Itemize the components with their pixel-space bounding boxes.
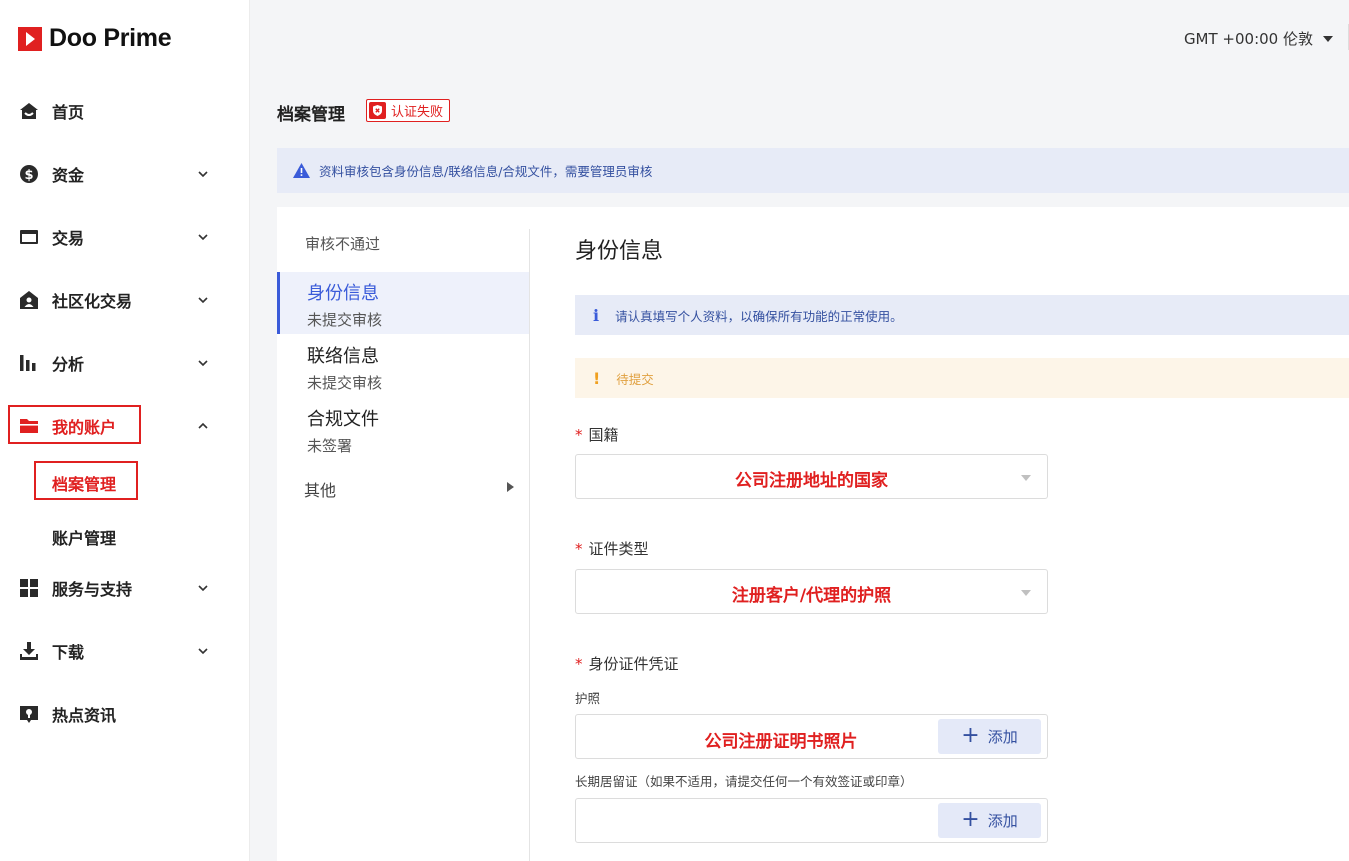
sidebar-item-social-trading[interactable]: 社区化交易	[0, 280, 250, 320]
plus-icon: +	[961, 722, 980, 748]
community-icon	[20, 291, 38, 309]
subnav-item-title: 身份信息	[307, 283, 379, 304]
sidebar-item-my-account[interactable]: 我的账户	[0, 406, 250, 446]
profile-card: 审核不通过 身份信息 未提交审核 联络信息 未提交审核 合规文件 未签署 其他 …	[277, 207, 1349, 861]
nationality-select[interactable]: 公司注册地址的国家	[575, 454, 1048, 499]
chevron-down-icon	[198, 297, 208, 304]
sidebar-item-label: 下载	[52, 643, 85, 662]
dollar-icon: $	[20, 165, 38, 183]
nationality-label: * 国籍	[575, 424, 619, 445]
sidebar-item-label: 社区化交易	[52, 292, 133, 311]
subnav-item-other[interactable]: 其他	[304, 477, 514, 501]
sidebar-item-label: 交易	[52, 229, 85, 248]
subnav-item-status: 未提交审核	[307, 374, 383, 392]
add-residence-permit-button[interactable]: + 添加	[938, 803, 1041, 838]
sidebar-item-home[interactable]: 首页	[0, 91, 250, 131]
sidebar-item-download[interactable]: 下载	[0, 631, 250, 671]
info-alert: i 请认真填写个人资料，以确保所有功能的正常使用。	[575, 295, 1349, 335]
chevron-up-icon	[198, 422, 208, 429]
subnav-item-status: 未签署	[307, 437, 353, 455]
subnav-item-title: 联络信息	[307, 346, 379, 367]
sidebar-item-funds[interactable]: $ 资金	[0, 154, 250, 194]
timezone-selector[interactable]: GMT +00:00 伦敦	[1184, 28, 1333, 49]
info-icon: i	[593, 305, 600, 325]
download-icon	[20, 642, 38, 660]
sidebar-item-label: 我的账户	[52, 418, 117, 437]
review-notice-text: 资料审核包含身份信息/联络信息/合规文件，需要管理员审核	[319, 164, 653, 179]
folder-icon	[20, 419, 38, 433]
card-icon	[20, 230, 38, 244]
id-type-select[interactable]: 注册客户/代理的护照	[575, 569, 1048, 614]
grid-icon	[20, 579, 38, 597]
required-marker: *	[575, 426, 583, 444]
chevron-down-icon	[198, 234, 208, 241]
section-title: 身份信息	[575, 239, 664, 264]
sidebar-item-label: 分析	[52, 355, 85, 374]
caret-right-icon	[507, 482, 514, 492]
info-alert-text: 请认真填写个人资料，以确保所有功能的正常使用。	[615, 308, 903, 324]
passport-label: 护照	[575, 691, 601, 706]
brand-logo[interactable]: Doo Prime	[18, 24, 172, 53]
add-button-label: 添加	[987, 728, 1018, 746]
sidebar-item-service-support[interactable]: 服务与支持	[0, 568, 250, 608]
page-title: 档案管理	[277, 105, 345, 125]
id-type-value: 注册客户/代理的护照	[731, 586, 892, 606]
subnav-item-status: 未提交审核	[307, 311, 383, 329]
home-icon	[20, 103, 38, 119]
id-proof-label: * 身份证件凭证	[575, 653, 679, 674]
doo-prime-logo-icon	[18, 26, 42, 51]
warning-alert-text: 待提交	[616, 371, 654, 387]
subnav-item-title: 合规文件	[307, 409, 379, 430]
sidebar: Doo Prime 首页 $ 资金 交易 社区化交易 分析 我的账户 档案管理 …	[0, 0, 250, 861]
plus-icon: +	[961, 806, 980, 832]
sidebar-item-hot-news[interactable]: 热点资讯	[0, 694, 250, 734]
warning-triangle-icon	[293, 163, 310, 178]
timezone-label: GMT +00:00 伦敦	[1183, 30, 1313, 48]
chevron-down-icon	[198, 648, 208, 655]
sidebar-item-analysis[interactable]: 分析	[0, 343, 250, 383]
subnav-item-compliance[interactable]: 合规文件 未签署	[277, 398, 529, 460]
sidebar-item-label: 资金	[52, 166, 85, 185]
required-marker: *	[575, 655, 583, 673]
status-badge: 认证失败	[366, 99, 451, 122]
sidebar-item-trading[interactable]: 交易	[0, 217, 250, 257]
residence-permit-label: 长期居留证（如果不适用，请提交任何一个有效签证或印章）	[575, 774, 913, 789]
subnav-item-identity[interactable]: 身份信息 未提交审核	[277, 272, 529, 334]
passport-upload-value: 公司注册证明书照片	[704, 732, 858, 752]
chevron-down-icon	[198, 360, 208, 367]
bar-chart-icon	[20, 355, 36, 371]
caret-down-icon	[1021, 590, 1031, 596]
news-icon	[20, 706, 38, 723]
add-button-label: 添加	[987, 812, 1018, 830]
exclamation-icon: !	[593, 368, 601, 388]
svg-text:$: $	[24, 168, 33, 183]
sidebar-subitem-profile-management[interactable]: 档案管理	[52, 471, 116, 495]
id-proof-label-text: 身份证件凭证	[588, 655, 679, 673]
required-marker: *	[575, 540, 583, 558]
review-notice: 资料审核包含身份信息/联络信息/合规文件，需要管理员审核	[277, 148, 1349, 193]
nationality-value: 公司注册地址的国家	[735, 471, 888, 491]
subnav-divider	[529, 229, 530, 861]
status-badge-label: 认证失败	[391, 105, 444, 120]
add-passport-button[interactable]: + 添加	[938, 719, 1041, 754]
id-type-label: * 证件类型	[575, 538, 649, 559]
shield-x-icon	[369, 102, 386, 119]
subnav-item-contact[interactable]: 联络信息 未提交审核	[277, 335, 529, 397]
nationality-label-text: 国籍	[588, 426, 619, 444]
sidebar-item-label: 热点资讯	[52, 706, 117, 725]
sidebar-subitem-account-management[interactable]: 账户管理	[52, 525, 116, 549]
caret-down-icon	[1021, 475, 1031, 481]
passport-upload-field: 公司注册证明书照片 + 添加	[575, 714, 1048, 759]
chevron-down-icon	[198, 585, 208, 592]
chevron-down-icon	[198, 171, 208, 178]
subnav-heading: 审核不通过	[305, 235, 381, 253]
sidebar-item-label: 首页	[52, 103, 85, 122]
subnav-other-label: 其他	[304, 481, 337, 500]
caret-down-icon	[1323, 35, 1333, 42]
id-type-label-text: 证件类型	[588, 540, 649, 558]
residence-permit-upload-field: + 添加	[575, 798, 1048, 843]
brand-name: Doo Prime	[49, 24, 172, 52]
sidebar-item-label: 服务与支持	[52, 580, 133, 599]
warning-alert: ! 待提交	[575, 358, 1349, 398]
